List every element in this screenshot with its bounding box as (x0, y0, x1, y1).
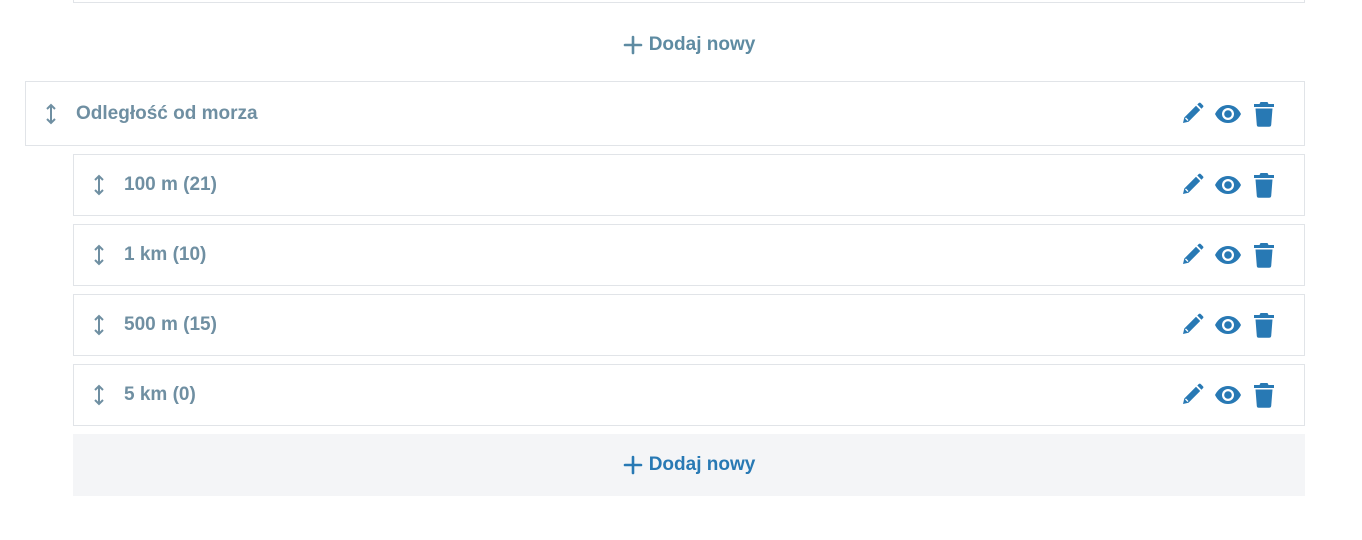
pencil-icon[interactable] (1178, 100, 1206, 128)
category-label: 100 m (21) (124, 174, 217, 195)
eye-icon[interactable] (1214, 311, 1242, 339)
drag-vertical-icon[interactable] (92, 314, 106, 336)
row-actions (1178, 171, 1278, 199)
eye-icon[interactable] (1214, 100, 1242, 128)
add-new-button-bottom[interactable]: Dodaj nowy (73, 434, 1305, 496)
pencil-icon[interactable] (1178, 381, 1206, 409)
drag-vertical-icon[interactable] (44, 103, 58, 125)
category-row-child: 5 km (0) (73, 364, 1305, 426)
pencil-icon[interactable] (1178, 241, 1206, 269)
row-actions (1178, 100, 1278, 128)
trash-icon[interactable] (1250, 100, 1278, 128)
eye-icon[interactable] (1214, 171, 1242, 199)
add-new-label: Dodaj nowy (648, 34, 756, 55)
category-editor: Dodaj nowy Odległość od morza 100 m (21) (0, 0, 1362, 540)
drag-vertical-icon[interactable] (92, 244, 106, 266)
category-label: 1 km (10) (124, 244, 207, 265)
row-actions (1178, 381, 1278, 409)
category-label: Odległość od morza (76, 102, 258, 124)
category-label: 500 m (15) (124, 314, 217, 335)
eye-icon[interactable] (1214, 241, 1242, 269)
category-row-child: 100 m (21) (73, 154, 1305, 216)
category-label: 5 km (0) (124, 384, 196, 405)
plus-icon (623, 455, 643, 475)
trash-icon[interactable] (1250, 241, 1278, 269)
drag-vertical-icon[interactable] (92, 384, 106, 406)
row-actions (1178, 311, 1278, 339)
trash-icon[interactable] (1250, 171, 1278, 199)
drag-vertical-icon[interactable] (92, 174, 106, 196)
category-row-parent: Odległość od morza (25, 81, 1305, 146)
eye-icon[interactable] (1214, 381, 1242, 409)
trash-icon[interactable] (1250, 381, 1278, 409)
add-new-button-top[interactable]: Dodaj nowy (73, 30, 1305, 60)
previous-item-bottom (73, 0, 1305, 3)
add-new-label: Dodaj nowy (648, 454, 756, 475)
category-row-child: 1 km (10) (73, 224, 1305, 286)
plus-icon (623, 35, 643, 55)
trash-icon[interactable] (1250, 311, 1278, 339)
pencil-icon[interactable] (1178, 171, 1206, 199)
row-actions (1178, 241, 1278, 269)
pencil-icon[interactable] (1178, 311, 1206, 339)
category-row-child: 500 m (15) (73, 294, 1305, 356)
